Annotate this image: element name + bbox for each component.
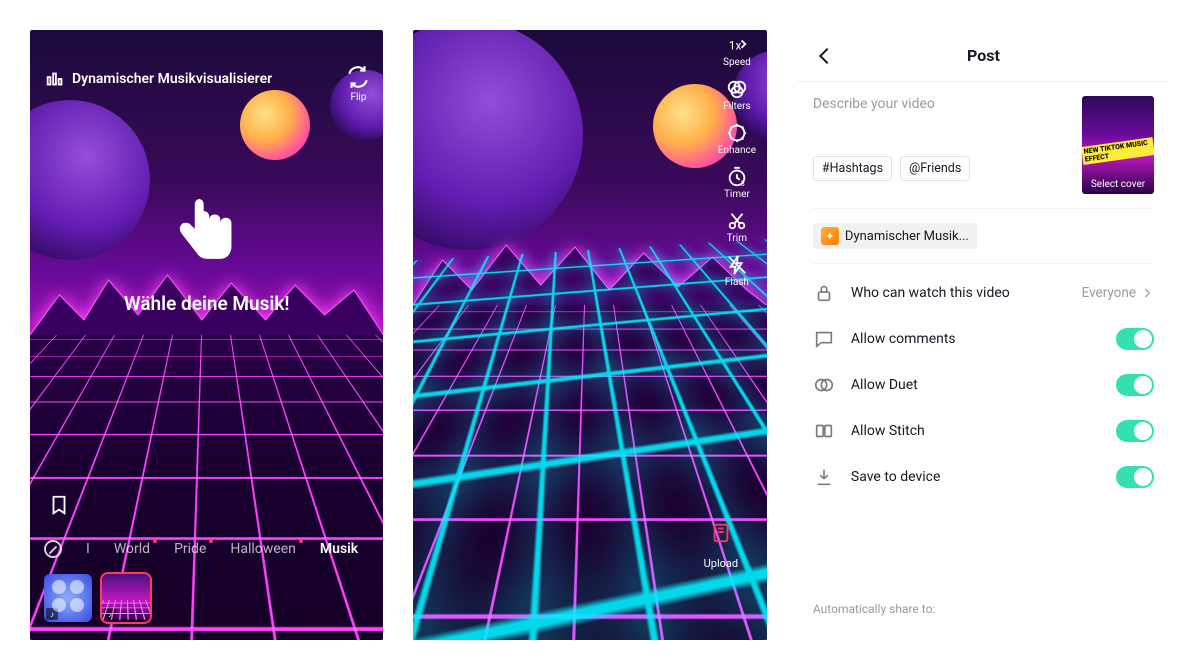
category-tab[interactable]: Halloween [230,541,296,557]
record-screen: 1x Speed Filters Enhance 3 Timer Trim [413,30,766,640]
save-device-toggle[interactable] [1116,466,1154,488]
allow-duet-toggle[interactable] [1116,374,1154,396]
record-controls: Effects Upload [413,504,766,578]
duration-tab[interactable]: 60s [508,610,529,625]
bookmark-icon[interactable] [48,494,70,516]
effect-category-tabs: I World Pride Halloween Musik [30,540,383,558]
effect-thumbnails: ♪ ♪ [44,574,150,622]
effect-tag[interactable]: ✦ Dynamischer Musik... [813,223,977,249]
tool-label: Trim [727,233,747,244]
tool-label: Filters [723,101,751,112]
hashtags-button[interactable]: #Hashtags [813,156,892,181]
visualizer-icon [44,68,66,90]
tool-label: Speed [723,57,751,68]
stitch-icon [813,420,835,442]
effect-tag-label: Dynamischer Musik... [845,229,969,244]
select-cover-label: Select cover [1091,179,1145,190]
timer-button[interactable]: 3 Timer [715,166,759,200]
effect-thumb[interactable]: ♪ [44,574,92,622]
allow-stitch-label: Allow Stitch [851,423,925,439]
pick-music-text: Wähle deine Musik! [30,292,383,315]
tap-hand-icon [171,190,243,270]
effects-label: Effects [442,557,477,570]
music-badge-icon: ♪ [104,608,116,620]
enhance-icon [726,122,748,144]
flip-camera-button[interactable]: Flip [345,64,371,103]
effect-tag-icon: ✦ [821,227,839,245]
friends-button[interactable]: @Friends [900,156,970,181]
duet-icon [813,374,835,396]
post-settings: Who can watch this video Everyone Allow … [813,264,1154,500]
timer-icon: 3 [726,166,748,188]
caption-input[interactable]: Describe your video [813,96,1068,112]
category-tab[interactable]: I [86,541,90,557]
allow-stitch-row: Allow Stitch [813,408,1154,454]
post-title: Post [967,46,1000,65]
allow-stitch-toggle[interactable] [1116,420,1154,442]
speed-button[interactable]: 1x Speed [715,34,759,68]
speed-icon: 1x [726,34,748,56]
category-tab[interactable]: World [114,541,150,557]
filters-icon [726,78,748,100]
tool-label: Flash [725,277,749,288]
privacy-row[interactable]: Who can watch this video Everyone [813,270,1154,316]
download-icon [813,466,835,488]
category-tab[interactable]: Musik [320,541,358,557]
record-button[interactable] [553,504,627,578]
back-arrow-icon[interactable] [813,45,835,67]
trim-icon [726,210,748,232]
flash-off-icon [726,254,748,276]
allow-duet-label: Allow Duet [851,377,918,393]
filters-button[interactable]: Filters [715,78,759,112]
effects-button[interactable]: Effects [439,513,479,570]
allow-comments-toggle[interactable] [1116,328,1154,350]
flip-label: Flip [350,92,366,103]
auto-share-label: Automatically share to: [813,602,935,616]
trim-button[interactable]: Trim [715,210,759,244]
allow-comments-row: Allow comments [813,316,1154,362]
post-header: Post [797,30,1170,82]
duration-tab[interactable]: Templates [611,610,672,625]
camera-side-tools: 1x Speed Filters Enhance 3 Timer Trim [715,34,759,288]
music-badge-icon: ♪ [46,608,58,620]
sun-decor [240,90,310,160]
svg-text:3: 3 [741,179,745,188]
effect-name-label: Dynamischer Musikvisualisierer [44,68,272,90]
post-screen: Post Describe your video #Hashtags @Frie… [797,30,1170,640]
category-tab[interactable]: Pride [174,541,206,557]
flash-button[interactable]: Flash [715,254,759,288]
svg-text:1x: 1x [729,39,742,53]
effect-thumb-selected[interactable]: ♪ [102,574,150,622]
lock-icon [813,282,835,304]
save-device-label: Save to device [851,469,940,485]
comment-icon [813,328,835,350]
save-device-row: Save to device [813,454,1154,500]
description-area: Describe your video #Hashtags @Friends N… [813,96,1154,209]
planet-decor [413,30,583,250]
select-cover-button[interactable]: NEW TIKTOK MUSIC EFFECT Select cover [1082,96,1154,194]
effect-tag-row: ✦ Dynamischer Musik... [813,209,1154,264]
effect-name-text: Dynamischer Musikvisualisierer [72,71,272,87]
privacy-label: Who can watch this video [851,285,1010,301]
upload-label: Upload [704,557,738,570]
enhance-button[interactable]: Enhance [715,122,759,156]
privacy-value: Everyone [1082,285,1136,301]
effect-picker-screen: Dynamischer Musikvisualisierer Flip Wähl… [30,30,383,640]
flip-icon [345,64,371,90]
cover-banner-text: NEW TIKTOK MUSIC EFFECT [1082,137,1154,165]
upload-button[interactable]: Upload [701,513,741,570]
duration-tabs: 60s 15s Templates [413,594,766,640]
allow-comments-label: Allow comments [851,331,956,347]
upload-icon [710,522,732,544]
allow-duet-row: Allow Duet [813,362,1154,408]
pick-music-prompt[interactable]: Wähle deine Musik! [30,190,383,315]
tool-label: Timer [724,189,750,200]
no-effect-icon[interactable] [44,540,62,558]
duration-tab[interactable]: 15s [560,610,582,625]
chevron-right-icon [1140,286,1154,300]
tool-label: Enhance [718,145,756,156]
